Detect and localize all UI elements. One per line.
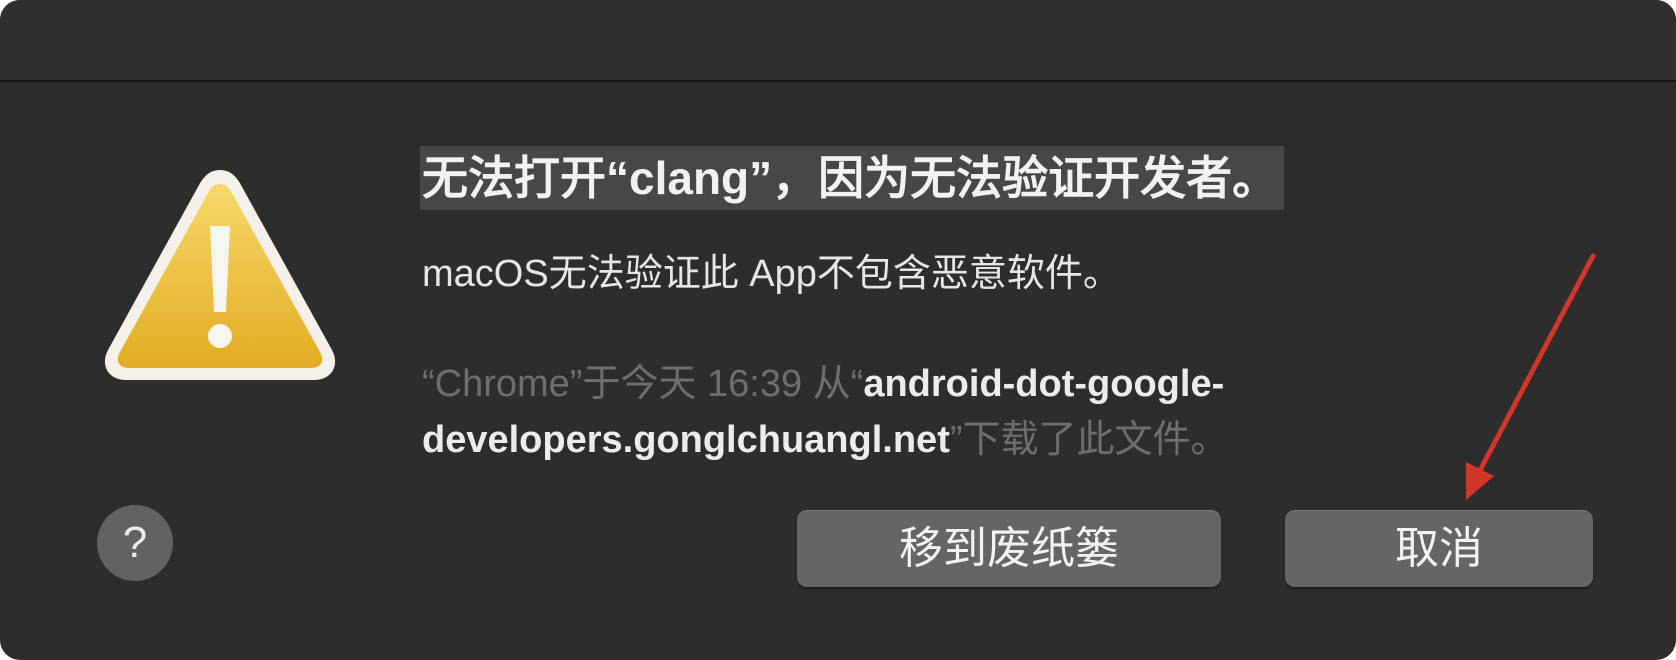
- dialog-titlebar: [0, 0, 1676, 82]
- warning-triangle-icon: [104, 170, 336, 380]
- source-suffix: ”下载了此文件。: [949, 419, 1229, 461]
- cancel-button[interactable]: 取消: [1285, 510, 1593, 587]
- alert-dialog: 无法打开“clang”，因为无法验证开发者。 macOS无法验证此 App不包含…: [0, 0, 1676, 660]
- download-source-text: “Chrome”于今天 16:39 从“android-dot-google-d…: [422, 356, 1462, 468]
- dialog-title: 无法打开“clang”，因为无法验证开发者。: [420, 146, 1285, 210]
- dialog-subtitle: macOS无法验证此 App不包含恶意软件。: [422, 253, 1121, 295]
- move-to-trash-button[interactable]: 移到废纸篓: [797, 510, 1221, 587]
- help-button[interactable]: ?: [97, 505, 173, 581]
- source-prefix: “Chrome”于今天 16:39 从“: [422, 363, 864, 405]
